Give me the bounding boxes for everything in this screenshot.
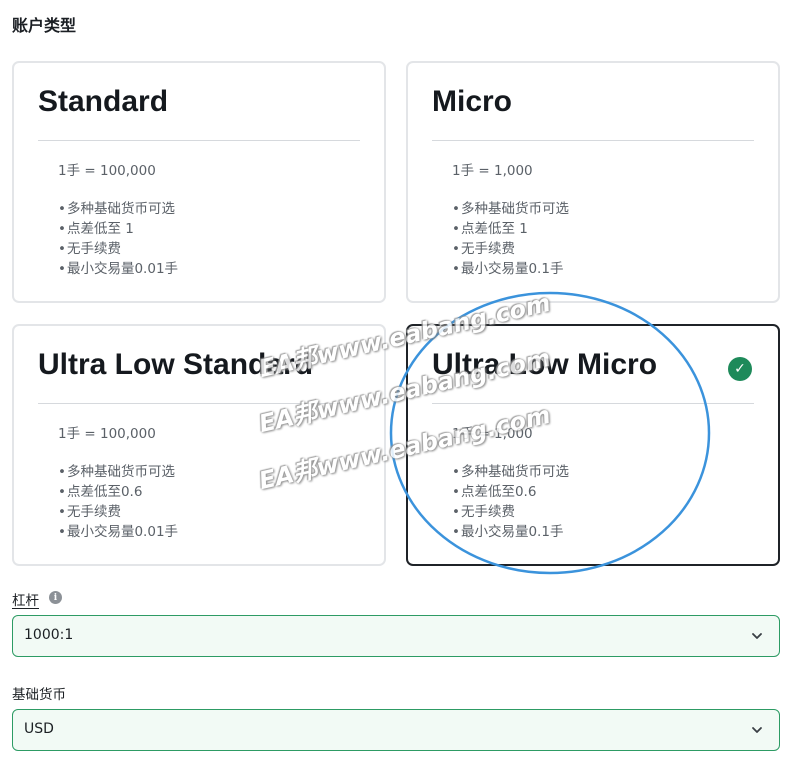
lot-size: 1手 = 100,000 (58, 426, 156, 442)
check-circle-icon: ✓ (728, 357, 752, 381)
lot-size: 1手 = 1,000 (452, 163, 533, 179)
card-title: Micro (432, 85, 513, 118)
card-title: Standard (38, 85, 169, 118)
info-icon[interactable]: i (49, 591, 62, 604)
account-card-standard[interactable]: Standard 1手 = 100,000 多种基础货币可选 点差低至 1 无手… (12, 61, 386, 303)
feature-item: 最小交易量0.1手 (452, 259, 569, 279)
feature-item: 最小交易量0.1手 (452, 522, 569, 542)
leverage-select[interactable]: 1000:1 (12, 615, 780, 657)
base-currency-select[interactable]: USD (12, 709, 780, 751)
chevron-down-icon (752, 633, 762, 639)
card-divider (38, 140, 360, 141)
feature-list: 多种基础货币可选 点差低至 1 无手续费 最小交易量0.1手 (452, 199, 569, 279)
feature-item: 最小交易量0.01手 (58, 259, 178, 279)
leverage-value: 1000:1 (24, 627, 74, 643)
feature-item: 点差低至 1 (58, 219, 178, 239)
feature-item: 点差低至0.6 (58, 482, 178, 502)
feature-item: 无手续费 (452, 502, 569, 522)
feature-item: 无手续费 (58, 502, 178, 522)
leverage-label: 杠杆 (12, 593, 39, 609)
chevron-down-icon (752, 727, 762, 733)
lot-size: 1手 = 100,000 (58, 163, 156, 179)
feature-list: 多种基础货币可选 点差低至 1 无手续费 最小交易量0.01手 (58, 199, 178, 279)
card-divider (432, 403, 754, 404)
feature-item: 最小交易量0.01手 (58, 522, 178, 542)
base-currency-label: 基础货币 (12, 687, 66, 703)
account-card-micro[interactable]: Micro 1手 = 1,000 多种基础货币可选 点差低至 1 无手续费 最小… (406, 61, 780, 303)
feature-list: 多种基础货币可选 点差低至0.6 无手续费 最小交易量0.1手 (452, 462, 569, 542)
base-currency-value: USD (24, 721, 54, 737)
card-divider (432, 140, 754, 141)
feature-item: 多种基础货币可选 (452, 199, 569, 219)
section-title: 账户类型 (12, 16, 77, 35)
feature-item: 点差低至0.6 (452, 482, 569, 502)
feature-item: 无手续费 (452, 239, 569, 259)
feature-item: 点差低至 1 (452, 219, 569, 239)
feature-item: 无手续费 (58, 239, 178, 259)
feature-list: 多种基础货币可选 点差低至0.6 无手续费 最小交易量0.01手 (58, 462, 178, 542)
feature-item: 多种基础货币可选 (58, 462, 178, 482)
feature-item: 多种基础货币可选 (58, 199, 178, 219)
feature-item: 多种基础货币可选 (452, 462, 569, 482)
